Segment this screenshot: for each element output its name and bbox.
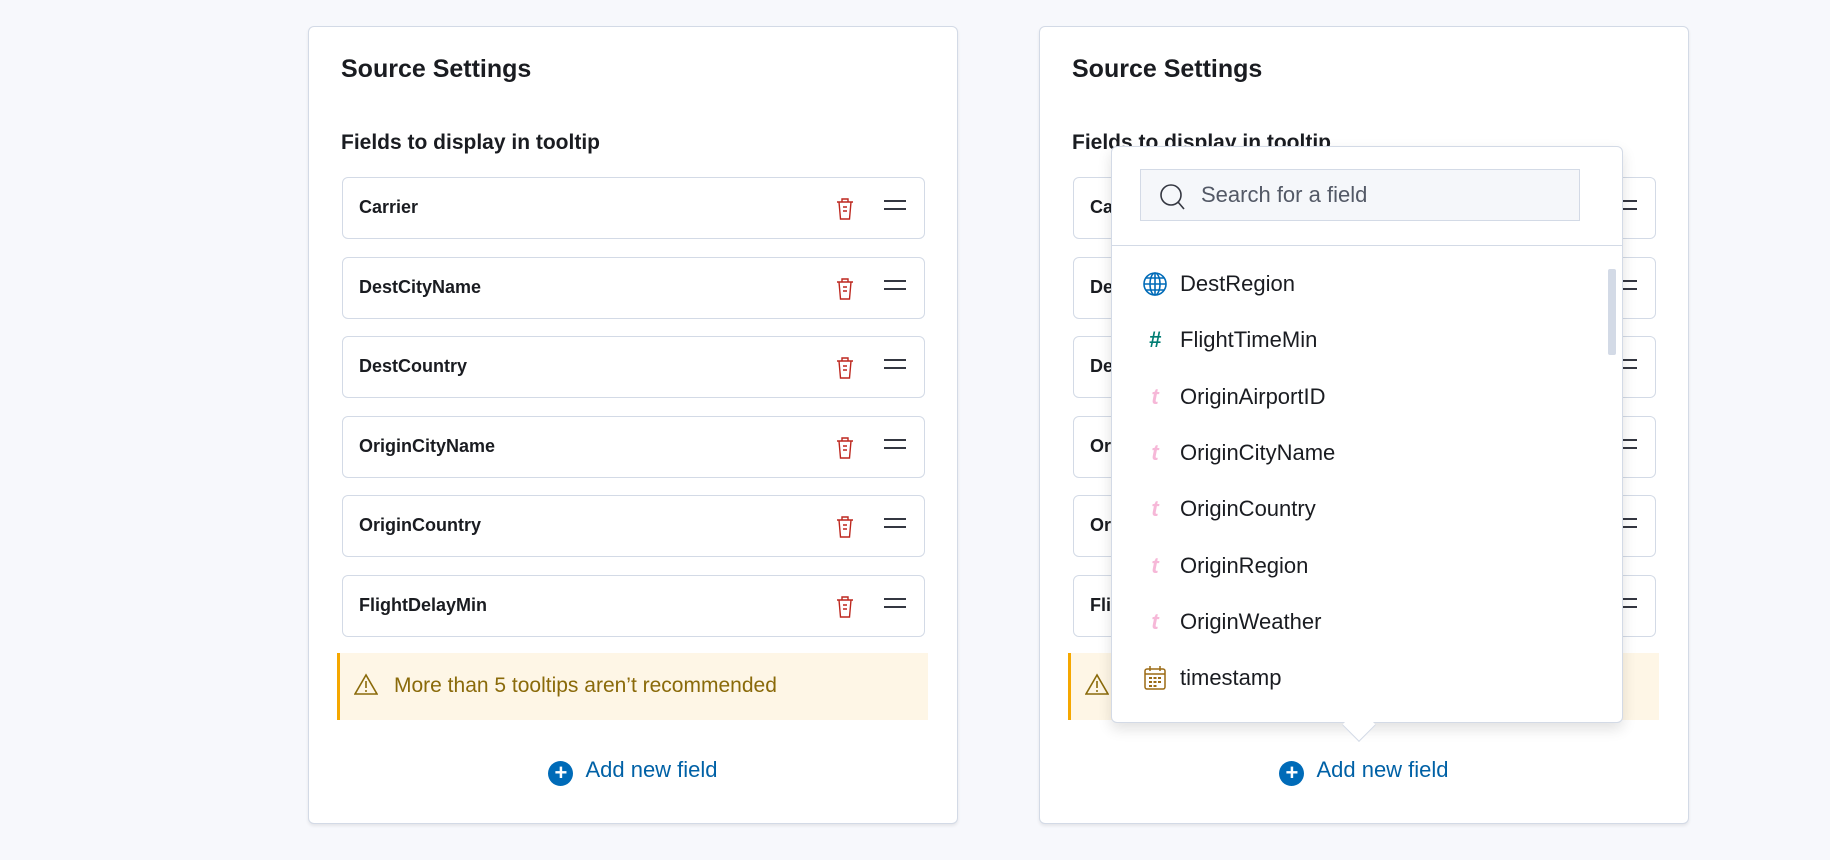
field-label: OriginCountry <box>359 515 481 536</box>
drag-handle-icon[interactable] <box>884 279 906 290</box>
field-label: DestCityName <box>359 276 482 297</box>
field-option[interactable]: timestamp <box>1142 657 1582 697</box>
tooltip-field-row: FlightDelayMin <box>342 575 925 637</box>
add-label: Add new field <box>1316 757 1449 782</box>
tooltip-field-row: Carrier <box>342 177 925 239</box>
warning-callout: More than 5 tooltips aren’t recommended <box>337 653 928 720</box>
trash-icon[interactable] <box>834 515 856 539</box>
field-option-label: OriginAirportID <box>1180 383 1326 409</box>
panel-title: Source Settings <box>341 55 532 83</box>
add-new-field-button[interactable]: + Add new field <box>309 757 957 786</box>
warning-text: More than 5 tooltips aren’t recommended <box>394 674 777 697</box>
drag-handle-icon[interactable] <box>884 200 906 210</box>
trash-icon[interactable] <box>834 356 856 380</box>
field-option[interactable]: t OriginRegion <box>1142 545 1582 585</box>
drag-handle-icon[interactable] <box>884 598 906 608</box>
globe-icon <box>1142 271 1168 297</box>
fields-subtitle: Fields to display in tooltip <box>341 131 601 154</box>
field-option-label: DestRegion <box>1180 271 1295 296</box>
field-option[interactable]: t OriginCountry <box>1142 488 1582 528</box>
plus-circle-icon: + <box>1279 761 1305 786</box>
search-icon <box>1160 184 1185 210</box>
field-option-label: FlightTimeMin <box>1180 327 1318 353</box>
field-label: DestCountry <box>359 356 468 377</box>
plus-circle-icon: + <box>548 761 574 786</box>
tooltip-field-row: OriginCountry <box>342 495 925 558</box>
string-type-icon: t <box>1151 552 1159 578</box>
drag-handle-icon[interactable] <box>884 438 906 449</box>
field-picker-popover: DestRegion # FlightTimeMin t OriginAirpo… <box>1111 146 1623 723</box>
field-label: OriginCityName <box>359 435 496 456</box>
search-input[interactable] <box>1201 170 1571 220</box>
field-option[interactable]: t OriginCityName <box>1142 432 1582 472</box>
field-option[interactable]: t OriginWeather <box>1142 601 1582 641</box>
field-option-label: OriginWeather <box>1180 608 1322 634</box>
scrollbar[interactable] <box>1608 269 1616 355</box>
string-type-icon: t <box>1151 496 1159 522</box>
field-option[interactable]: # FlightTimeMin <box>1142 319 1582 359</box>
trash-icon[interactable] <box>834 436 856 460</box>
string-type-icon: t <box>1151 608 1159 634</box>
calendar-icon <box>1142 665 1168 691</box>
tooltip-field-row: OriginCityName <box>342 415 925 478</box>
field-option-label: OriginCountry <box>1180 496 1316 522</box>
drag-handle-icon[interactable] <box>884 518 906 529</box>
drag-handle-icon[interactable] <box>884 359 906 370</box>
string-type-icon: t <box>1151 439 1159 465</box>
trash-icon[interactable] <box>834 197 856 221</box>
field-option-label: timestamp <box>1180 665 1282 691</box>
field-option-label: OriginRegion <box>1180 552 1309 578</box>
field-option[interactable]: t OriginAirportID <box>1142 376 1582 416</box>
field-option-label: OriginCityName <box>1180 439 1336 465</box>
panel-title: Source Settings <box>1072 55 1263 83</box>
warning-icon <box>353 673 379 700</box>
warning-icon <box>1084 673 1110 700</box>
trash-icon[interactable] <box>834 277 856 301</box>
field-search[interactable] <box>1140 169 1580 221</box>
add-new-field-button[interactable]: + Add new field <box>1040 757 1688 786</box>
tooltip-field-row: DestCountry <box>342 336 925 399</box>
tooltip-field-row: DestCityName <box>342 256 925 319</box>
field-label: FlightDelayMin <box>359 595 488 615</box>
field-option[interactable]: DestRegion <box>1142 263 1582 303</box>
field-label: Carrier <box>359 197 419 217</box>
add-label: Add new field <box>585 757 718 782</box>
trash-icon[interactable] <box>834 595 856 619</box>
source-settings-panel-left: Source Settings Fields to display in too… <box>308 26 958 824</box>
number-type-icon: # <box>1148 327 1162 353</box>
divider <box>1112 245 1622 246</box>
string-type-icon: t <box>1151 383 1159 409</box>
